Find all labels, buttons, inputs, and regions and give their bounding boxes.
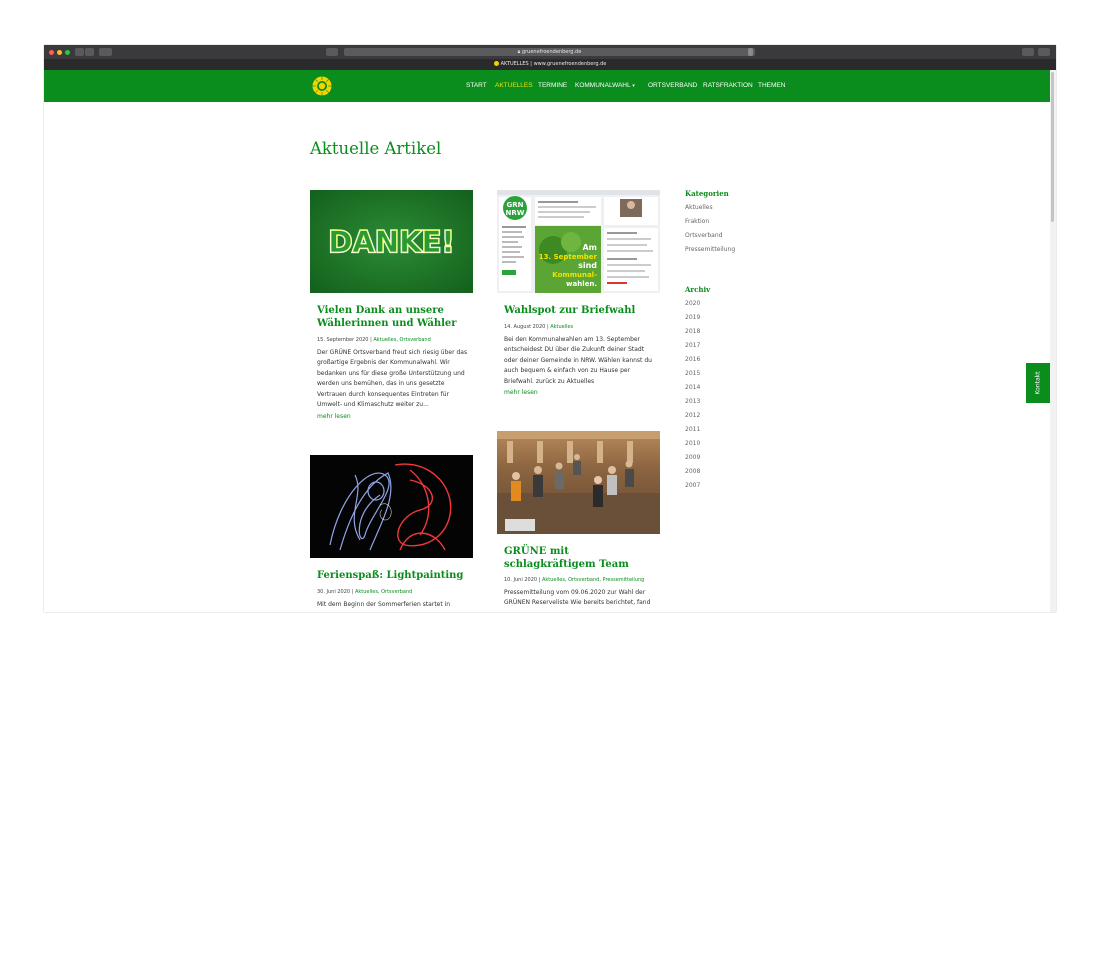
sidebar-toggle-icon[interactable] (99, 48, 112, 56)
archive-year[interactable]: 2010 (685, 437, 700, 451)
grn-badge-line1: GRN (507, 201, 524, 209)
wahlspot-image: GRN NRW Am 13. September sind Kommunal- … (497, 190, 660, 293)
archive-year[interactable]: 2011 (685, 423, 700, 437)
archive-year[interactable]: 2015 (685, 367, 700, 381)
post-title[interactable]: Ferienspaß: Lightpainting (317, 570, 467, 583)
zoom-window-button[interactable] (65, 50, 70, 55)
reload-icon[interactable] (748, 48, 753, 56)
post-date: 15. September 2020 (317, 337, 369, 343)
post-image-wahlspot[interactable]: GRN NRW Am 13. September sind Kommunal- … (497, 190, 660, 293)
post-date: 30. Juni 2020 (317, 589, 351, 595)
post-excerpt: Mit dem Beginn der Sommerferien startet … (317, 601, 451, 608)
nav-ratsfraktion[interactable]: RATSFRAKTION (703, 82, 753, 89)
nav-aktuelles[interactable]: AKTUELLES (495, 82, 533, 89)
post-meta: 14. August 2020 | Aktuelles (504, 324, 574, 330)
archive-list: 2020 2019 2018 2017 2016 2015 2014 2013 … (685, 297, 700, 493)
danke-image: DANKE! DANKE! (310, 190, 473, 293)
post-image-lightpainting[interactable] (310, 455, 473, 558)
back-button[interactable] (75, 48, 84, 56)
post-date: 10. Juni 2020 (504, 577, 538, 583)
read-more-link[interactable]: mehr lesen (504, 389, 538, 396)
archive-year[interactable]: 2016 (685, 353, 700, 367)
archive-year[interactable]: 2020 (685, 297, 700, 311)
post-image-danke[interactable]: DANKE! DANKE! (310, 190, 473, 293)
reader-icon[interactable] (326, 48, 338, 56)
page-title: Aktuelle Artikel (310, 139, 442, 158)
archive-widget-title: Archiv (685, 285, 711, 294)
contact-tab-label: Kontakt (1034, 371, 1042, 395)
post-date: 14. August 2020 (504, 324, 546, 330)
scrollbar-thumb[interactable] (1051, 72, 1054, 222)
nav-kommunalwahl[interactable]: KOMMUNALWAHL ▾ (575, 82, 635, 89)
archive-year[interactable]: 2018 (685, 325, 700, 339)
archive-year[interactable]: 2008 (685, 465, 700, 479)
archive-year[interactable]: 2009 (685, 451, 700, 465)
tab-title: AKTUELLES | www.gruenefroendenberg.de (500, 61, 607, 67)
forward-button[interactable] (85, 48, 94, 56)
category-item[interactable]: Aktuelles (685, 201, 735, 215)
wahlspot-image-line3: sind (578, 261, 597, 270)
nav-kommunalwahl-label: KOMMUNALWAHL (575, 82, 631, 89)
browser-window: 🔒︎ gruenefroendenberg.de AKTUELLES | www… (44, 45, 1056, 612)
post-meta: 30. Juni 2020 | Aktuelles, Ortsverband (317, 589, 413, 595)
archive-year[interactable]: 2014 (685, 381, 700, 395)
category-link[interactable]: Ortsverband (400, 337, 431, 343)
browser-toolbar: 🔒︎ gruenefroendenberg.de (44, 45, 1056, 59)
post-title[interactable]: GRÜNE mit schlagkräftigem Team (504, 546, 654, 571)
category-link[interactable]: Aktuelles (550, 324, 573, 330)
category-item[interactable]: Pressemitteilung (685, 243, 735, 257)
post-excerpt: Bei den Kommunalwahlen am 13. September … (504, 336, 652, 385)
wahlspot-image-line4: Kommunal- (552, 271, 597, 279)
archive-year[interactable]: 2019 (685, 311, 700, 325)
danke-image-text-inner: DANKE! (328, 225, 454, 259)
category-link[interactable]: Ortsverband (381, 589, 412, 595)
categories-list: Aktuelles Fraktion Ortsverband Pressemit… (685, 201, 735, 257)
post-image-team[interactable] (497, 431, 660, 534)
archive-year[interactable]: 2013 (685, 395, 700, 409)
categories-widget-title: Kategorien (685, 189, 729, 198)
address-bar-url: gruenefroendenberg.de (521, 49, 582, 55)
post-meta: 15. September 2020 | Aktuelles, Ortsverb… (317, 337, 431, 343)
post-title[interactable]: Vielen Dank an unsere Wählerinnen und Wä… (317, 305, 467, 330)
category-link[interactable]: Aktuelles (355, 589, 378, 595)
read-more-link[interactable]: mehr lesen (317, 413, 351, 420)
new-tab-icon[interactable] (1038, 48, 1050, 56)
team-photo-image (497, 431, 660, 534)
archive-year[interactable]: 2017 (685, 339, 700, 353)
chevron-down-icon: ▾ (632, 83, 635, 89)
nav-ortsverband[interactable]: ORTSVERBAND (648, 82, 697, 89)
category-item[interactable]: Ortsverband (685, 229, 735, 243)
nav-themen[interactable]: THEMEN (758, 82, 785, 89)
nav-termine[interactable]: TERMINE (538, 82, 567, 89)
category-link[interactable]: Ortsverband (568, 577, 599, 583)
post-excerpt: Pressemitteilung vom 09.06.2020 zur Wahl… (504, 589, 651, 607)
lightpainting-image (310, 455, 473, 558)
category-link[interactable]: Pressemitteilung (603, 577, 645, 583)
sunflower-logo-icon[interactable] (312, 76, 332, 96)
nav-start[interactable]: START (466, 82, 487, 89)
address-bar[interactable]: 🔒︎ gruenefroendenberg.de (344, 48, 755, 56)
minimize-window-button[interactable] (57, 50, 62, 55)
page-scrollbar[interactable] (1050, 70, 1056, 612)
wahlspot-image-line1: Am (582, 243, 597, 252)
post-excerpt: Der GRÜNE Ortsverband freut sich riesig … (317, 349, 468, 409)
wahlspot-image-line5: wahlen. (566, 280, 597, 288)
archive-year[interactable]: 2007 (685, 479, 700, 493)
post-title[interactable]: Wahlspot zur Briefwahl (504, 305, 654, 318)
category-link[interactable]: Aktuelles (373, 337, 396, 343)
contact-tab-button[interactable]: Kontakt (1026, 363, 1050, 403)
browser-tab[interactable]: AKTUELLES | www.gruenefroendenberg.de (44, 59, 1056, 70)
site-header: START AKTUELLES TERMINE KOMMUNALWAHL ▾ O… (44, 70, 1050, 102)
close-window-button[interactable] (49, 50, 54, 55)
wahlspot-image-line2: 13. September (539, 253, 598, 261)
favicon-icon (493, 61, 499, 66)
post-meta: 10. Juni 2020 | Aktuelles, Ortsverband, … (504, 577, 645, 583)
share-icon[interactable] (1022, 48, 1034, 56)
category-link[interactable]: Aktuelles (542, 577, 565, 583)
archive-year[interactable]: 2012 (685, 409, 700, 423)
category-item[interactable]: Fraktion (685, 215, 735, 229)
grn-badge-line2: NRW (506, 209, 525, 217)
